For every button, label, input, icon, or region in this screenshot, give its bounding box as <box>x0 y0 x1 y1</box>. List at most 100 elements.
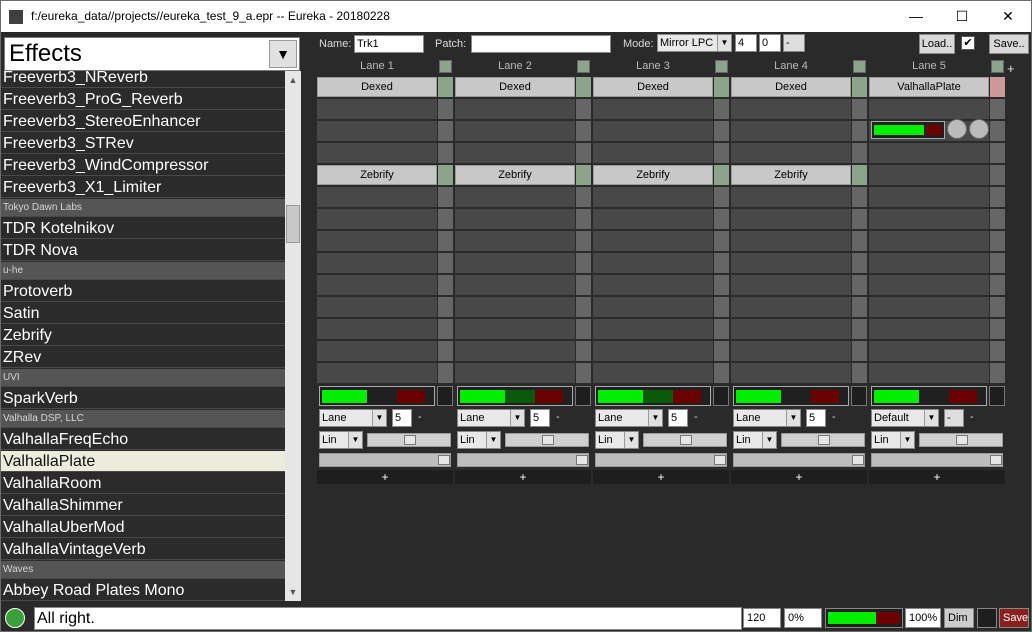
empty-slot[interactable] <box>731 187 851 208</box>
fader-handle[interactable] <box>852 455 864 465</box>
plugin-item[interactable]: Abbey Road Plates Mono <box>1 580 285 601</box>
lane-solo-toggle[interactable] <box>713 386 729 406</box>
empty-slot[interactable] <box>593 341 713 362</box>
plugin-item[interactable]: ZRev <box>1 347 285 368</box>
empty-slot[interactable] <box>731 231 851 252</box>
lane-solo-toggle[interactable] <box>989 386 1005 406</box>
lane-enable-toggle[interactable] <box>853 60 866 73</box>
lane-pan-slider[interactable] <box>643 433 727 447</box>
empty-slot[interactable] <box>455 187 575 208</box>
lane-solo-toggle[interactable] <box>575 386 591 406</box>
slot-bypass-toggle[interactable] <box>852 165 867 185</box>
empty-slot[interactable] <box>317 231 437 252</box>
enable-checkbox[interactable]: ✔ <box>961 36 975 50</box>
empty-slot[interactable] <box>869 253 989 274</box>
lane-routing-select[interactable]: Lane ▼ <box>319 409 387 427</box>
empty-slot[interactable] <box>731 121 851 142</box>
close-button[interactable]: ✕ <box>985 1 1031 32</box>
plugin-item[interactable]: ValhallaUberMod <box>1 517 285 538</box>
lane-routing-number[interactable]: 5 <box>392 409 412 427</box>
empty-slot[interactable] <box>593 121 713 142</box>
volume-field[interactable]: 100% <box>905 608 941 628</box>
lane-routing-select[interactable]: Default ▼ <box>871 409 939 427</box>
plugin-item[interactable]: ValhallaFreqEcho <box>1 429 285 450</box>
empty-slot[interactable] <box>317 275 437 296</box>
lane-routing-number[interactable]: 5 <box>668 409 688 427</box>
lane-volume-fader[interactable] <box>595 453 727 467</box>
plugin-item[interactable]: Protoverb <box>1 281 285 302</box>
empty-slot[interactable] <box>869 165 989 186</box>
plugin-list-scrollbar[interactable]: ▲ ▼ <box>285 71 301 601</box>
empty-slot[interactable] <box>317 187 437 208</box>
patch-input[interactable] <box>471 35 611 53</box>
empty-slot[interactable] <box>869 341 989 362</box>
slot-bypass-toggle[interactable] <box>852 77 867 97</box>
empty-slot[interactable] <box>455 143 575 164</box>
knob-icon[interactable] <box>969 119 989 139</box>
slot-bypass-toggle[interactable] <box>576 77 591 97</box>
fader-handle[interactable] <box>576 455 588 465</box>
plugin-item[interactable]: ValhallaShimmer <box>1 495 285 516</box>
empty-slot[interactable] <box>317 253 437 274</box>
empty-slot[interactable] <box>869 363 989 384</box>
empty-slot[interactable] <box>455 121 575 142</box>
save-button[interactable]: Save <box>999 608 1029 628</box>
lane-enable-toggle[interactable] <box>991 60 1004 73</box>
plugin-item[interactable]: Zebrify <box>1 325 285 346</box>
record-indicator[interactable] <box>977 608 997 628</box>
empty-slot[interactable] <box>869 143 989 164</box>
empty-slot[interactable] <box>869 187 989 208</box>
empty-slot[interactable] <box>593 99 713 120</box>
empty-slot[interactable] <box>869 209 989 230</box>
scroll-up-icon[interactable]: ▲ <box>285 71 301 89</box>
empty-slot[interactable] <box>869 99 989 120</box>
plugin-item[interactable]: Freeverb3_X1_Limiter <box>1 177 285 198</box>
empty-slot[interactable] <box>455 341 575 362</box>
lane-enable-toggle[interactable] <box>715 60 728 73</box>
plugin-item[interactable]: Freeverb3_StereoEnhancer <box>1 111 285 132</box>
empty-slot[interactable] <box>455 231 575 252</box>
plugin-slot[interactable]: Zebrify <box>731 165 851 185</box>
empty-slot[interactable] <box>731 363 851 384</box>
name-input[interactable]: Trk1 <box>354 35 424 53</box>
empty-slot[interactable] <box>593 297 713 318</box>
bpm-field[interactable]: 120 <box>743 608 781 628</box>
minimize-button[interactable]: — <box>893 1 939 32</box>
plugin-slot[interactable]: Dexed <box>455 77 575 97</box>
empty-slot[interactable] <box>731 319 851 340</box>
plugin-slot[interactable]: Dexed <box>731 77 851 97</box>
lane-pan-slider[interactable] <box>367 433 451 447</box>
knob-icon[interactable] <box>947 119 967 139</box>
add-slot-button[interactable]: + <box>317 470 453 484</box>
add-lane-button[interactable]: + <box>1007 61 1015 76</box>
slider-handle[interactable] <box>542 435 554 445</box>
empty-slot[interactable] <box>731 275 851 296</box>
empty-slot[interactable] <box>455 209 575 230</box>
load-button[interactable]: Load.. <box>919 34 955 54</box>
mode-param-c[interactable]: - <box>783 34 805 52</box>
lane-volume-fader[interactable] <box>871 453 1003 467</box>
save-project-button[interactable]: Save.. <box>989 34 1029 54</box>
plugin-slot[interactable]: Dexed <box>593 77 713 97</box>
plugin-slot[interactable]: Zebrify <box>317 165 437 185</box>
lane-enable-toggle[interactable] <box>439 60 452 73</box>
plugin-slot[interactable]: Dexed <box>317 77 437 97</box>
lane-routing-number[interactable]: 5 <box>806 409 826 427</box>
empty-slot[interactable] <box>593 319 713 340</box>
plugin-item[interactable]: SparkVerb <box>1 388 285 409</box>
lane-volume-fader[interactable] <box>319 453 451 467</box>
empty-slot[interactable] <box>731 99 851 120</box>
empty-slot[interactable] <box>317 99 437 120</box>
lane-routing-select[interactable]: Lane ▼ <box>733 409 801 427</box>
plugin-item[interactable]: Freeverb3_STRev <box>1 133 285 154</box>
add-slot-button[interactable]: + <box>593 470 729 484</box>
lane-curve-select[interactable]: Lin ▼ <box>457 431 501 449</box>
status-ok-icon[interactable] <box>5 608 25 628</box>
empty-slot[interactable] <box>869 319 989 340</box>
lane-solo-toggle[interactable] <box>851 386 867 406</box>
mode-param-a[interactable]: 4 <box>735 34 757 52</box>
lane-curve-select[interactable]: Lin ▼ <box>733 431 777 449</box>
plugin-item[interactable]: Freeverb3_NReverb <box>1 71 285 88</box>
empty-slot[interactable] <box>593 363 713 384</box>
plugin-item[interactable]: TDR Nova <box>1 240 285 261</box>
